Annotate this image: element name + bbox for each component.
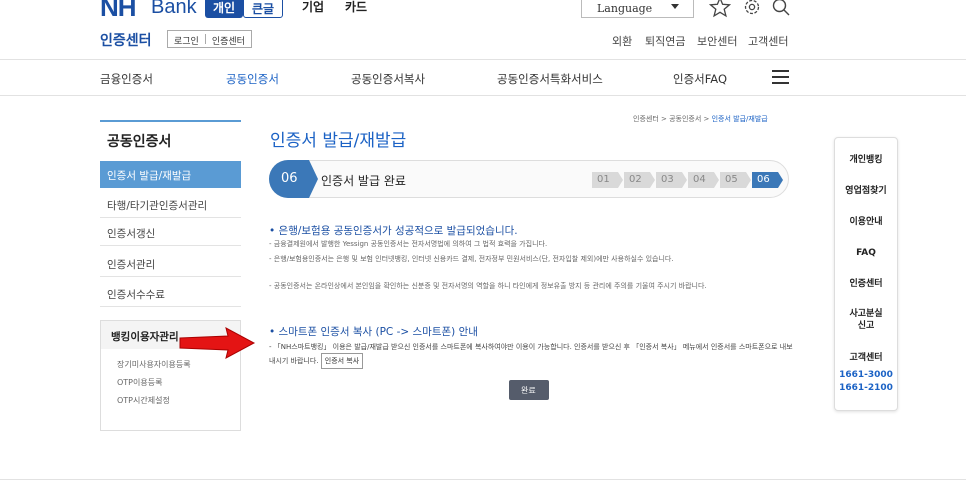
footer-divider xyxy=(0,479,966,480)
util-pension[interactable]: 퇴직연금 xyxy=(645,33,685,49)
step-indicator: 03 xyxy=(656,172,687,188)
gnb-cert-copy[interactable]: 공동인증서복사 xyxy=(351,71,425,87)
lnb-title: 공동인증서 xyxy=(107,134,172,150)
divider xyxy=(204,34,206,44)
lnb-item-fee[interactable]: 인증서수수료 xyxy=(100,280,241,307)
gear-icon[interactable] xyxy=(741,0,763,18)
search-icon[interactable] xyxy=(770,0,792,18)
lnb-top-bar xyxy=(100,120,241,122)
phone-copy-heading: • 스마트폰 인증서 복사 (PC -> 스마트폰) 안내 xyxy=(269,326,478,338)
gnb-cert-faq[interactable]: 인증서FAQ xyxy=(673,71,727,87)
step-indicator: 05 xyxy=(720,172,751,188)
quick-cert-center[interactable]: 인증센터 xyxy=(834,278,898,290)
step-indicator: 04 xyxy=(688,172,719,188)
step-indicator-active: 06 xyxy=(752,172,783,188)
lnb-item-other-bank[interactable]: 타행/타기관인증서관리 xyxy=(100,191,241,218)
util-customer[interactable]: 고객센터 xyxy=(748,33,788,49)
cert-center-title[interactable]: 인증센터 xyxy=(100,30,152,50)
util-forex[interactable]: 외환 xyxy=(612,33,632,49)
quick-personal-banking[interactable]: 개인뱅킹 xyxy=(834,154,898,166)
lnb-item-manage[interactable]: 인증서관리 xyxy=(100,250,241,277)
language-select[interactable]: Language xyxy=(581,0,694,18)
gnb-divider xyxy=(0,95,966,96)
nh-logo[interactable]: NH xyxy=(100,0,137,23)
lnb-item-renew[interactable]: 인증서갱신 xyxy=(100,219,241,246)
util-security[interactable]: 보안센터 xyxy=(697,33,737,49)
complete-button[interactable]: 완료 xyxy=(509,380,549,400)
info-bullet: - 은행/보험용인증서는 은행 및 보험 인터넷뱅킹, 인터넷 신용카드 결제,… xyxy=(269,255,674,263)
cert-copy-button[interactable]: 인증서 복사 xyxy=(320,353,364,369)
success-heading: • 은행/보험용 공동인증서가 성공적으로 발급되었습니다. xyxy=(269,225,518,237)
info-bullet: - 금융결제원에서 발행한 Yessign 공동인증서는 전자서명법에 의하여 … xyxy=(269,240,548,248)
step-indicator: 01 xyxy=(592,172,623,188)
gnb-joint-cert[interactable]: 공동인증서 xyxy=(226,71,279,87)
star-icon[interactable] xyxy=(708,0,732,18)
lnb-item-issue[interactable]: 인증서 발급/재발급 xyxy=(100,161,241,188)
breadcrumb-current: 인증서 발급/재발급 xyxy=(711,115,768,123)
current-step-number: 06 xyxy=(269,160,318,198)
lnb-sub-dormant[interactable]: 장기미사용자이용등록 xyxy=(117,359,191,370)
quick-customer-center[interactable]: 고객센터 xyxy=(834,352,898,364)
breadcrumb-path[interactable]: 인증센터 > 공동인증서 > xyxy=(633,115,712,123)
current-step-label: 인증서 발급 완료 xyxy=(321,174,406,188)
breadcrumb: 인증센터 > 공동인증서 > 인증서 발급/재발급 xyxy=(633,114,768,124)
info-bullet: - 공동인증서는 온라인상에서 본인임을 확인하는 신분증 및 전자서명의 역할… xyxy=(269,282,707,290)
lnb-sub-otp-time[interactable]: OTP시간제설정 xyxy=(117,395,170,406)
header-divider xyxy=(0,59,966,60)
nav-card[interactable]: 카드 xyxy=(345,0,367,15)
quick-loss-report[interactable]: 사고분실 신고 xyxy=(834,308,898,332)
sub-link-box: 로그인 인증센터 xyxy=(167,30,252,48)
cert-center-link[interactable]: 인증센터 xyxy=(212,34,245,47)
quick-faq[interactable]: FAQ xyxy=(834,247,898,259)
login-link[interactable]: 로그인 xyxy=(174,34,199,47)
bank-logo-text[interactable]: Bank xyxy=(151,0,197,19)
phone-copy-text: - 「NH스마트뱅킹」 이용은 발급/재발급 받으신 인증서를 스마트폰에 복사… xyxy=(269,341,794,369)
gnb-cert-special[interactable]: 공동인증서특화서비스 xyxy=(497,71,603,87)
gnb-financial-cert[interactable]: 금융인증서 xyxy=(100,71,153,87)
nav-corporate[interactable]: 기업 xyxy=(302,0,324,15)
phone-number[interactable]: 1661-2100 xyxy=(834,383,898,393)
phone-number[interactable]: 1661-3000 xyxy=(834,370,898,380)
step-indicator: 02 xyxy=(624,172,655,188)
menu-icon[interactable] xyxy=(772,70,789,84)
tab-large-text[interactable]: 큰글 xyxy=(243,0,284,18)
quick-branch-finder[interactable]: 영업점찾기 xyxy=(834,185,898,197)
page-title: 인증서 발급/재발급 xyxy=(270,131,407,151)
language-label: Language xyxy=(597,2,653,15)
red-arrow-icon xyxy=(178,326,258,360)
tab-personal[interactable]: 개인 xyxy=(205,0,244,18)
lnb-sub-otp-register[interactable]: OTP이용등록 xyxy=(117,377,162,388)
chevron-down-icon xyxy=(671,4,679,9)
quick-guide[interactable]: 이용안내 xyxy=(834,216,898,228)
